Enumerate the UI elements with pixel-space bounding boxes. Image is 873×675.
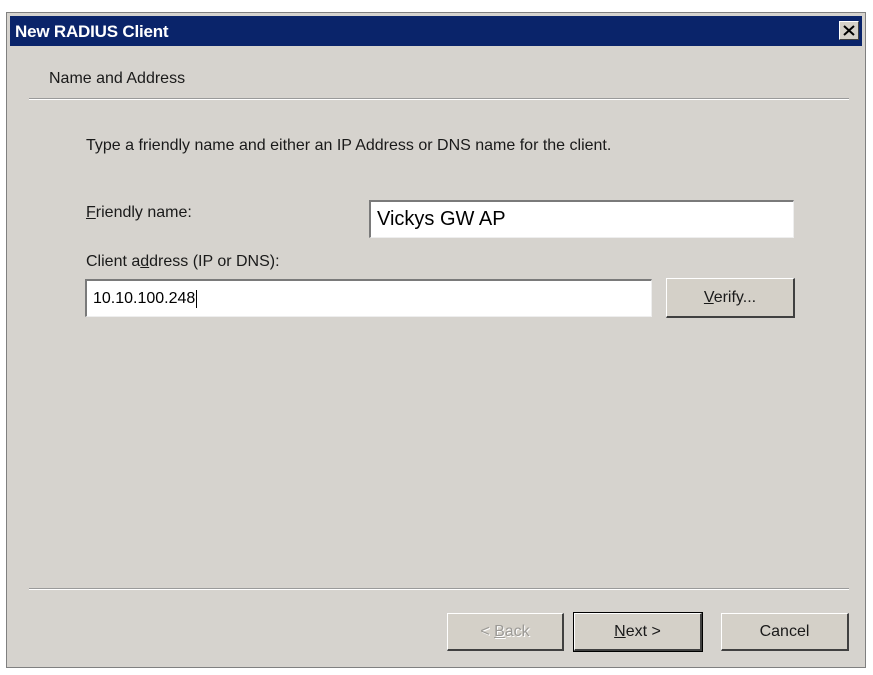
cancel-button[interactable]: Cancel xyxy=(721,613,849,651)
section-title: Name and Address xyxy=(49,70,186,87)
close-button[interactable] xyxy=(839,21,859,40)
footer-divider xyxy=(29,588,849,590)
back-button[interactable]: < Back xyxy=(447,613,564,651)
friendly-name-input[interactable]: Vickys GW AP xyxy=(369,200,794,238)
new-radius-client-dialog: New RADIUS Client Name and Address Type … xyxy=(6,12,866,668)
close-icon xyxy=(843,25,855,36)
client-address-label: Client address (IP or DNS): xyxy=(86,253,280,270)
title-bar[interactable]: New RADIUS Client xyxy=(10,16,862,46)
header-divider xyxy=(29,98,849,100)
text-caret xyxy=(196,289,198,308)
window-title: New RADIUS Client xyxy=(15,22,169,41)
next-button[interactable]: Next > xyxy=(573,612,703,652)
friendly-name-label: Friendly name: xyxy=(86,204,192,221)
verify-button[interactable]: Verify... xyxy=(666,278,795,318)
client-address-input[interactable]: 10.10.100.248 xyxy=(85,279,652,317)
instruction-text: Type a friendly name and either an IP Ad… xyxy=(86,137,612,154)
